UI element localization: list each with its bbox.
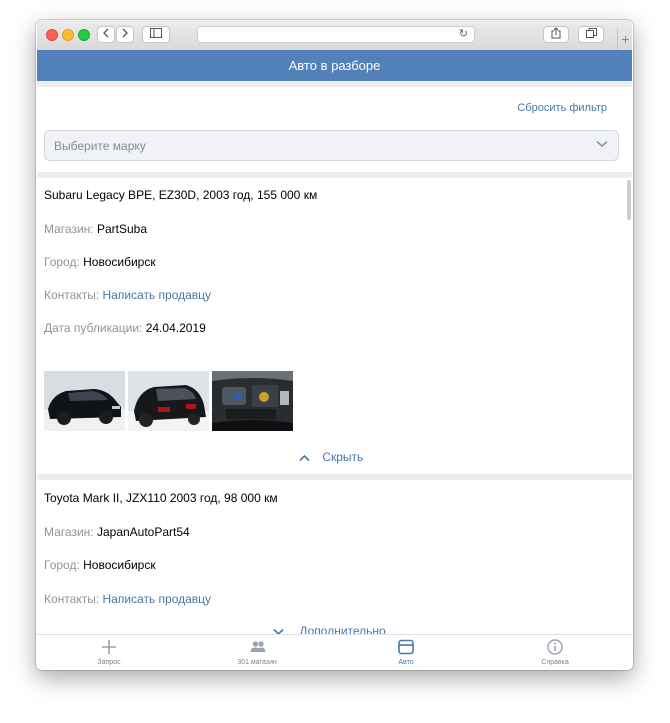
sidebar-button[interactable] (142, 26, 170, 43)
city-label: Город: (44, 255, 80, 269)
forward-button[interactable] (116, 26, 134, 43)
divider (37, 81, 632, 87)
reload-icon[interactable]: ↻ (459, 27, 468, 42)
contacts-label: Контакты: (44, 288, 100, 302)
bottom-tab-bar: Запрос 301 магазин Авто Справка (37, 634, 632, 668)
contact-seller-link[interactable]: Написать продавцу (103, 288, 212, 302)
page-header: Авто в разборе (37, 50, 632, 81)
contacts-row: Контакты: Написать продавцу (44, 288, 211, 302)
contact-seller-link[interactable]: Написать продавцу (103, 592, 212, 606)
date-label: Дата публикации: (44, 321, 143, 335)
tab-label: Запрос (97, 659, 121, 666)
listing-title: Toyota Mark II, JZX110 2003 год, 98 000 … (44, 491, 278, 505)
city-row: Город: Новосибирск (44, 255, 156, 269)
divider (37, 172, 632, 178)
collapse-toggle[interactable]: Скрыть (299, 450, 363, 464)
tab-shops[interactable]: 301 магазин (202, 635, 312, 668)
chevron-up-icon (299, 454, 310, 461)
users-icon (250, 641, 266, 652)
tab-label: Справка (541, 659, 569, 666)
listing-title: Subaru Legacy BPE, EZ30D, 2003 год, 155 … (44, 188, 318, 202)
chevron-right-icon (122, 28, 128, 38)
shop-row: Магазин: JapanAutoPart54 (44, 525, 190, 539)
city-label: Город: (44, 558, 80, 572)
shop-value: PartSuba (96, 222, 148, 236)
tabs-icon (585, 28, 597, 38)
tab-request[interactable]: Запрос (54, 635, 164, 668)
brand-select[interactable]: Выберите марку (44, 130, 619, 161)
shop-value: JapanAutoPart54 (96, 525, 190, 539)
city-row: Город: Новосибирск (44, 558, 156, 572)
shop-row: Магазин: PartSuba (44, 222, 147, 236)
brand-select-placeholder: Выберите марку (54, 139, 146, 153)
minimize-window-button[interactable] (62, 29, 74, 41)
share-icon (551, 27, 561, 39)
browser-window: ↻ + Авто в разборе Сбросить фильтр Выбер… (37, 20, 632, 668)
tab-help[interactable]: Справка (500, 635, 610, 668)
car-photo[interactable] (128, 371, 209, 431)
city-value: Новосибирск (83, 255, 156, 269)
collapse-label: Скрыть (322, 450, 364, 464)
divider (37, 474, 632, 480)
browser-toolbar: ↻ + (37, 20, 632, 51)
back-button[interactable] (97, 26, 115, 43)
address-bar[interactable]: ↻ (197, 26, 475, 43)
contacts-row: Контакты: Написать продавцу (44, 592, 211, 606)
zoom-window-button[interactable] (78, 29, 90, 41)
tabs-button[interactable] (578, 26, 604, 43)
date-value: 24.04.2019 (145, 321, 206, 335)
share-button[interactable] (543, 26, 569, 43)
date-row: Дата публикации: 24.04.2019 (44, 321, 206, 335)
car-photo[interactable] (44, 371, 125, 431)
shop-label: Магазин: (44, 222, 94, 236)
shop-label: Магазин: (44, 525, 94, 539)
contacts-label: Контакты: (44, 592, 100, 606)
info-icon (547, 639, 563, 655)
engine-photo[interactable] (212, 371, 293, 431)
tab-label: Авто (398, 659, 414, 666)
car-icon (398, 639, 414, 655)
city-value: Новосибирск (83, 558, 156, 572)
tab-auto[interactable]: Авто (351, 635, 461, 668)
page-title: Авто в разборе (288, 58, 381, 73)
tab-label: 301 магазин (237, 659, 277, 666)
new-tab-button[interactable]: + (617, 28, 632, 50)
reset-filter-link[interactable]: Сбросить фильтр (517, 102, 607, 114)
plus-icon (102, 640, 116, 654)
close-window-button[interactable] (46, 29, 58, 41)
chevron-down-icon (596, 140, 608, 148)
chevron-left-icon (103, 28, 109, 38)
scrollbar[interactable] (627, 180, 631, 220)
sidebar-icon (150, 28, 162, 38)
